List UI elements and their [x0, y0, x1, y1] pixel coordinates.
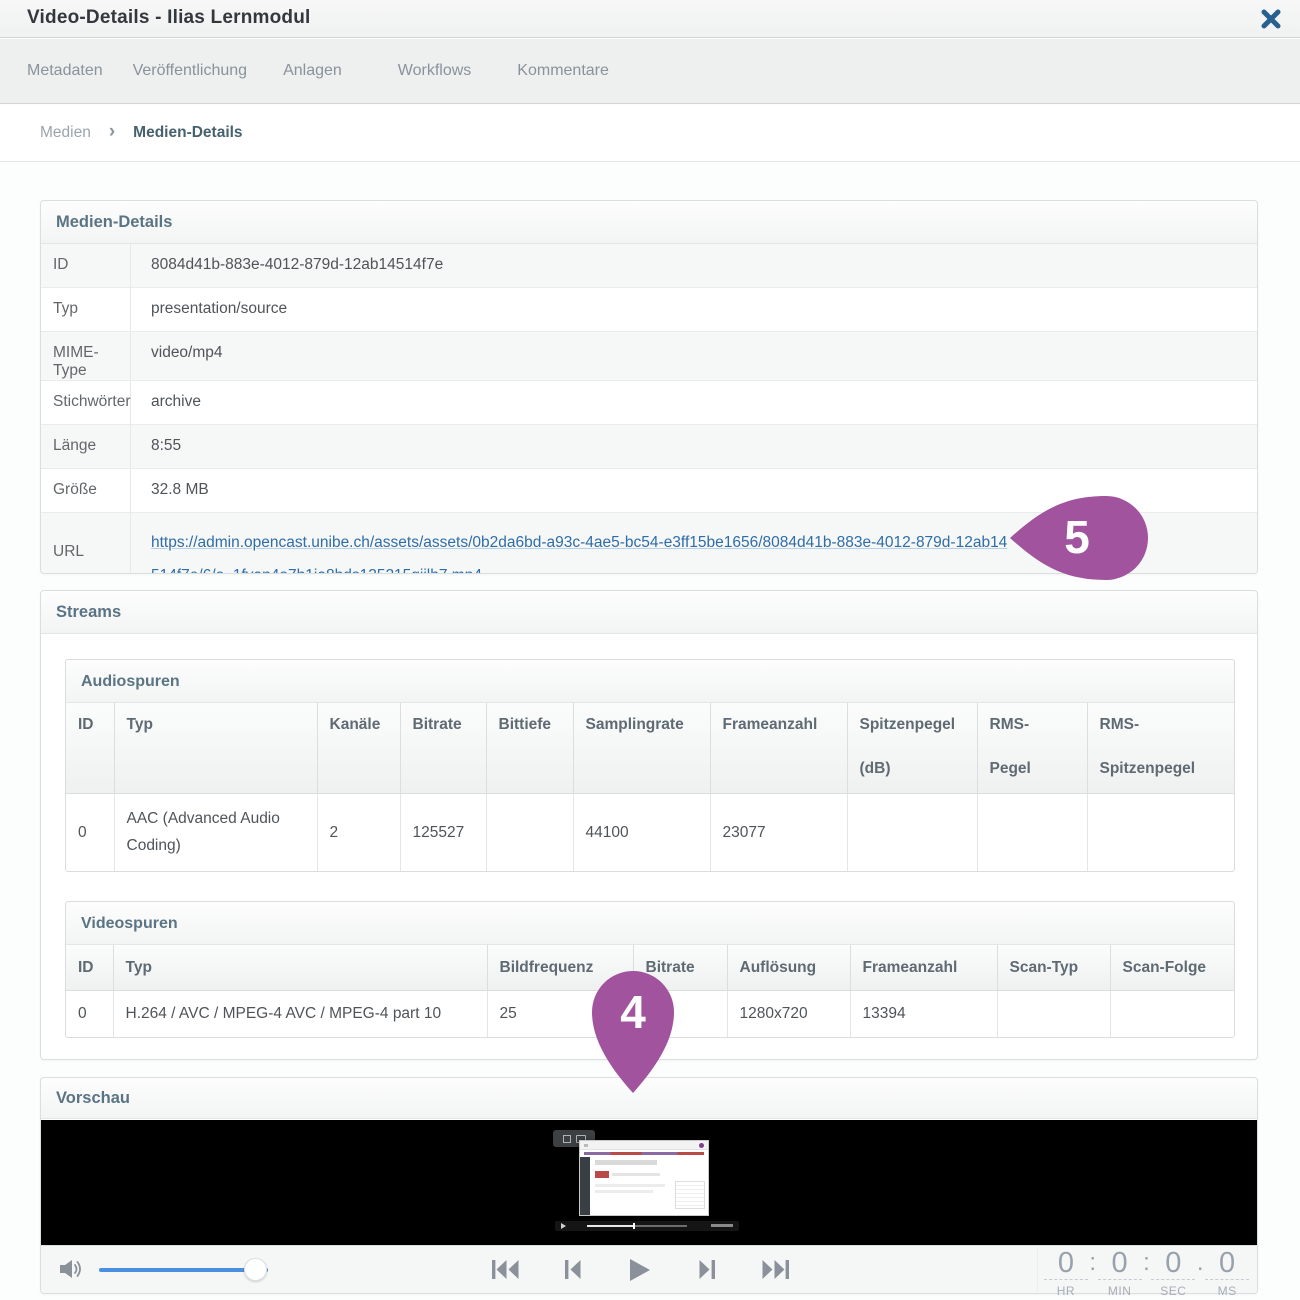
next-frame-button[interactable] [699, 1260, 715, 1279]
annotation-marker-5: 5 [1008, 496, 1148, 580]
dialog-titlebar: Video-Details - Ilias Lernmodul [0, 0, 1300, 38]
video-preview-area[interactable] [41, 1120, 1257, 1245]
audio-tracks-title: Audiospuren [66, 660, 1234, 703]
skip-to-start-button[interactable] [492, 1260, 519, 1279]
timer-milliseconds: 0 MS [1205, 1248, 1249, 1298]
detail-row-stichwoerter: Stichwörter archive [41, 381, 1257, 425]
chevron-right-icon: › [109, 121, 115, 143]
thumbnail-player-bar [555, 1221, 739, 1231]
breadcrumb: Medien › Medien-Details [0, 105, 1300, 162]
player-controls-bar: 0 HR : 0 MIN : 0 SEC . 0 MS [41, 1245, 1257, 1293]
previous-frame-button[interactable] [565, 1260, 581, 1279]
preview-panel: Vorschau [40, 1077, 1258, 1294]
close-icon[interactable] [1260, 8, 1282, 30]
streams-title: Streams [41, 591, 1257, 634]
tab-anlagen[interactable]: Anlagen [283, 62, 342, 80]
detail-row-laenge: Länge 8:55 [41, 425, 1257, 469]
breadcrumb-medien-details: Medien-Details [133, 124, 242, 142]
tab-workflows[interactable]: Workflows [398, 62, 472, 80]
skip-to-end-button[interactable] [762, 1260, 789, 1279]
detail-row-typ: Typ presentation/source [41, 288, 1257, 332]
timer-minutes: 0 MIN [1098, 1248, 1142, 1298]
video-thumbnail [551, 1124, 743, 1242]
volume-slider-knob[interactable] [244, 1258, 267, 1281]
thumbnail-browser-window [579, 1140, 709, 1216]
audio-tracks-table: ID Typ Kanäle Bitrate Bittiefe Samplingr… [66, 703, 1234, 871]
tab-kommentare[interactable]: Kommentare [517, 62, 609, 80]
annotation-marker-4: 4 [592, 971, 674, 1093]
detail-row-id: ID 8084d41b-883e-4012-879d-12ab14514f7e [41, 244, 1257, 288]
breadcrumb-medien[interactable]: Medien [40, 124, 91, 142]
playback-timer: 0 HR : 0 MIN : 0 SEC . 0 MS [1037, 1248, 1249, 1292]
audio-tracks-panel: Audiospuren ID Typ Kanäle Bitrate Bittie… [65, 659, 1235, 872]
volume-slider-track[interactable] [99, 1268, 268, 1272]
audio-track-row: 0 AAC (Advanced Audio Coding) 2 125527 4… [66, 793, 1234, 871]
detail-row-mime: MIME-Type video/mp4 [41, 332, 1257, 381]
audio-header-row: ID Typ Kanäle Bitrate Bittiefe Samplingr… [66, 703, 1234, 793]
timer-hours: 0 HR [1044, 1248, 1088, 1298]
tab-metadaten[interactable]: Metadaten [27, 62, 103, 80]
play-button[interactable] [630, 1259, 650, 1281]
volume-icon[interactable] [60, 1259, 84, 1284]
tab-bar: Metadaten Veröffentlichung Anlagen Workf… [0, 39, 1300, 104]
dialog-title: Video-Details - Ilias Lernmodul [27, 7, 311, 29]
media-url-link[interactable]: https://admin.opencast.unibe.ch/assets/a… [151, 513, 1013, 574]
tab-veroeffentlichung[interactable]: Veröffentlichung [133, 62, 247, 80]
media-details-title: Medien-Details [41, 201, 1257, 244]
timer-seconds: 0 SEC [1151, 1248, 1195, 1298]
resize-icon [563, 1135, 571, 1143]
video-tracks-title: Videospuren [66, 902, 1234, 945]
